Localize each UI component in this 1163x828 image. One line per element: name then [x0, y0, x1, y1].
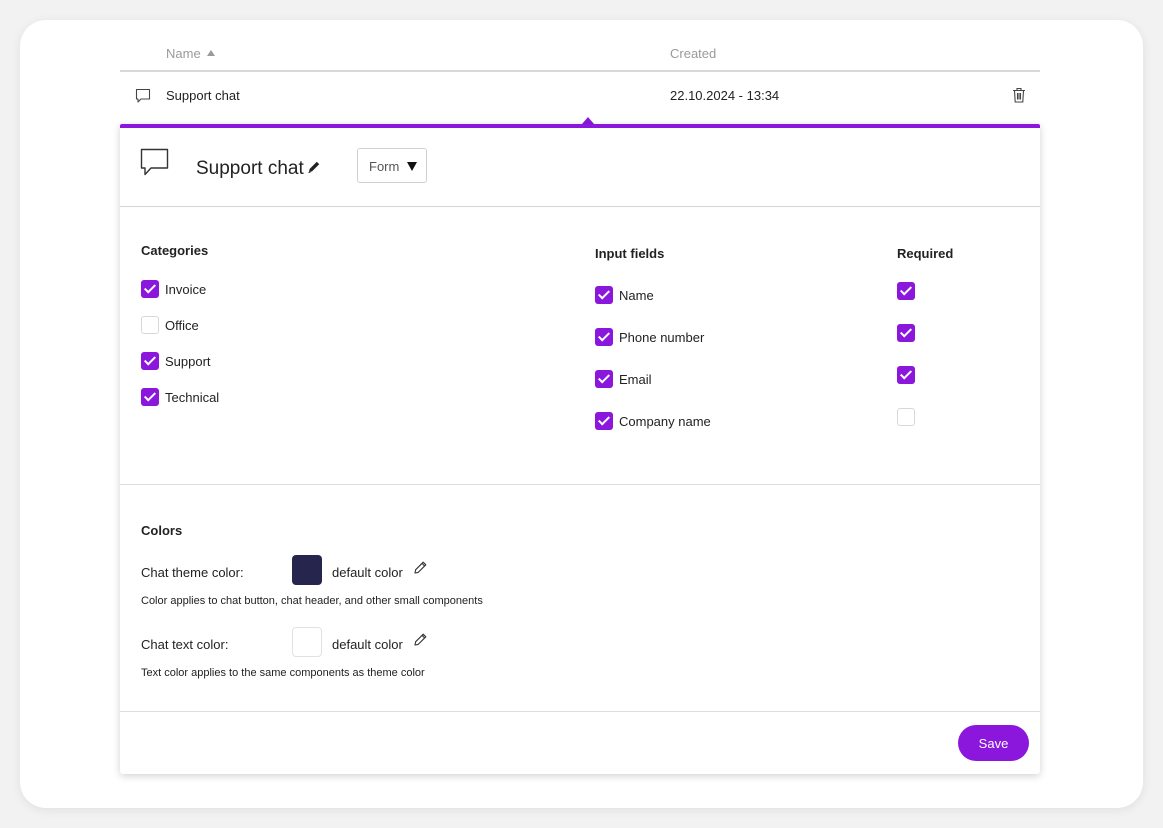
- theme-color-hint: Color applies to chat button, chat heade…: [141, 595, 483, 607]
- trash-icon[interactable]: [1012, 87, 1026, 103]
- dropdown-arrow-icon: [407, 162, 417, 171]
- text-color-label: Chat text color:: [141, 637, 229, 652]
- field-phone-checkbox[interactable]: [595, 328, 613, 346]
- field-email-required-checkbox[interactable]: [897, 366, 915, 384]
- category-support-checkbox[interactable]: [141, 352, 159, 370]
- field-company-label: Company name: [619, 414, 711, 429]
- text-color-hint: Text color applies to the same component…: [141, 667, 425, 679]
- field-email-checkbox[interactable]: [595, 370, 613, 388]
- chat-large-icon: [140, 148, 169, 176]
- theme-color-label: Chat theme color:: [141, 565, 244, 580]
- input-fields-heading: Input fields: [595, 246, 665, 261]
- chat-icon: [135, 88, 151, 103]
- text-color-value: default color: [332, 637, 403, 652]
- categories-heading: Categories: [141, 243, 209, 258]
- type-select-value: Form: [369, 159, 400, 174]
- type-select[interactable]: Form: [357, 148, 427, 183]
- save-button[interactable]: Save: [958, 725, 1029, 761]
- text-color-swatch[interactable]: [292, 627, 322, 657]
- column-header-created[interactable]: Created: [670, 46, 716, 61]
- field-name-checkbox[interactable]: [595, 286, 613, 304]
- field-company-checkbox[interactable]: [595, 412, 613, 430]
- edit-theme-color-icon[interactable]: [413, 560, 428, 575]
- edit-text-color-icon[interactable]: [413, 632, 428, 647]
- chat-settings-panel: Support chat Form Categories Invoice Off…: [120, 124, 1040, 774]
- panel-title: Support chat: [196, 158, 304, 179]
- column-header-name[interactable]: Name: [166, 46, 215, 61]
- column-header-name-label: Name: [166, 46, 201, 61]
- category-support-label: Support: [165, 354, 211, 369]
- category-office-label: Office: [165, 318, 199, 333]
- category-invoice-label: Invoice: [165, 282, 207, 297]
- category-invoice-checkbox[interactable]: [141, 280, 159, 298]
- row-name: Support chat: [166, 88, 240, 103]
- theme-color-swatch[interactable]: [292, 555, 322, 585]
- field-company-required-checkbox[interactable]: [897, 408, 915, 426]
- theme-color-value: default color: [332, 565, 403, 580]
- field-name-label: Name: [619, 288, 654, 303]
- field-name-required-checkbox[interactable]: [897, 282, 915, 300]
- sort-asc-icon: [206, 50, 215, 56]
- edit-title-icon[interactable]: [307, 160, 321, 174]
- row-created: 22.10.2024 - 13:34: [670, 88, 780, 103]
- header-divider: [120, 206, 1040, 207]
- footer-divider: [120, 711, 1040, 712]
- required-heading: Required: [897, 246, 954, 261]
- category-technical-label: Technical: [165, 390, 220, 405]
- field-email-label: Email: [619, 372, 652, 387]
- field-phone-label: Phone number: [619, 330, 705, 345]
- fields-divider: [120, 484, 1040, 485]
- colors-heading: Colors: [141, 523, 183, 538]
- table-row[interactable]: Support chat 22.10.2024 - 13:34: [120, 72, 1040, 120]
- panel-pointer: [582, 117, 594, 124]
- category-technical-checkbox[interactable]: [141, 388, 159, 406]
- category-office-checkbox[interactable]: [141, 316, 159, 334]
- field-phone-required-checkbox[interactable]: [897, 324, 915, 342]
